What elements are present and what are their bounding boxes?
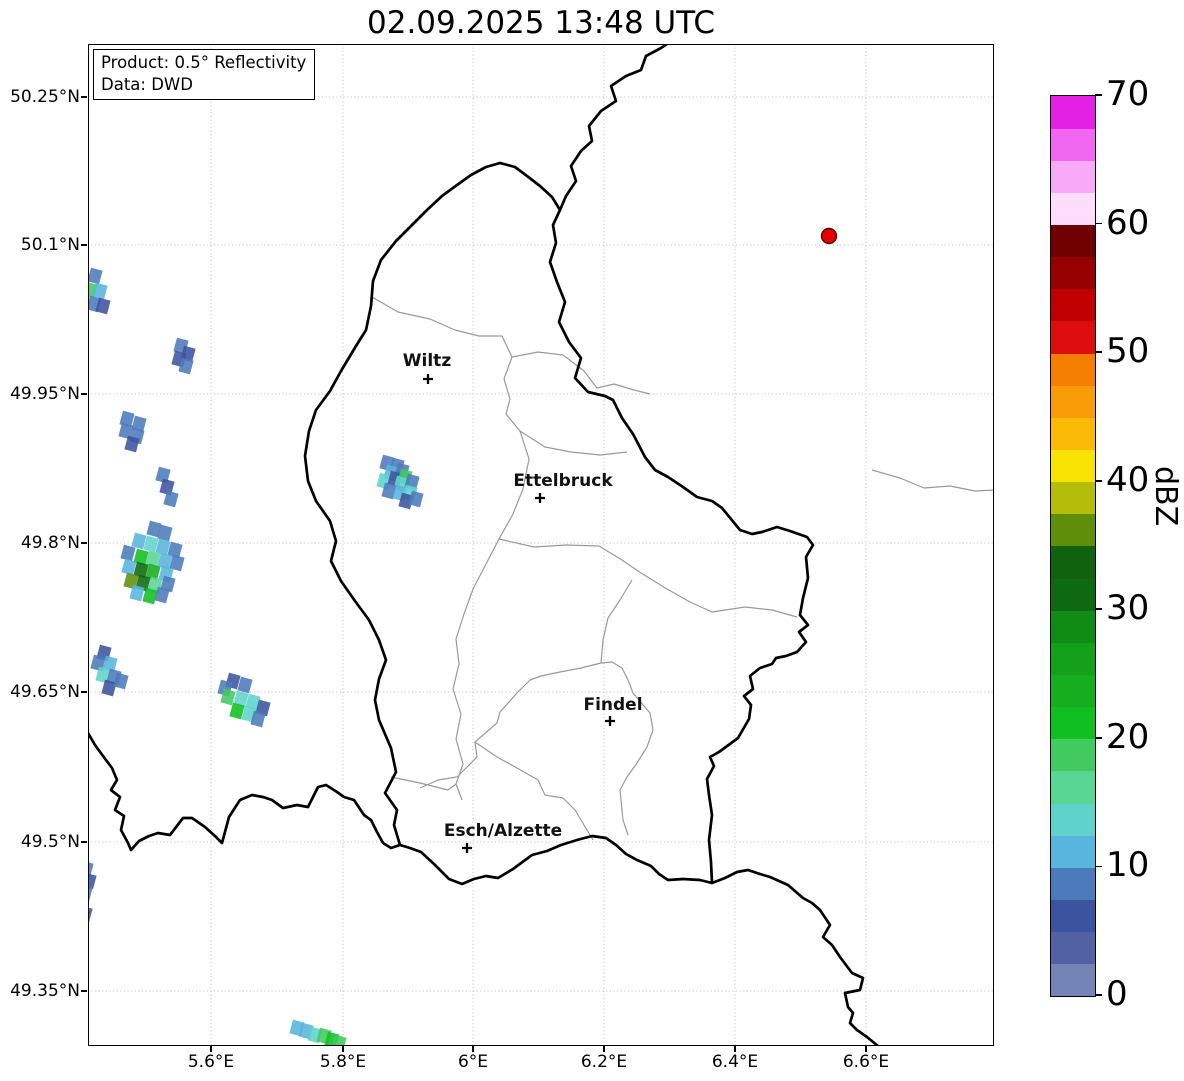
x-tick-mark	[472, 1046, 474, 1052]
colorbar-segment	[1051, 706, 1095, 740]
colorbar-segment	[1051, 578, 1095, 611]
colorbar-segment	[1051, 96, 1095, 129]
colorbar-segment	[1051, 513, 1095, 547]
colorbar-segment	[1051, 160, 1095, 193]
colorbar-tick-label: 50	[1106, 331, 1150, 372]
colorbar-tick-label: 0	[1106, 974, 1128, 1014]
colorbar-segment	[1051, 353, 1095, 386]
colorbar-segment	[1051, 546, 1095, 579]
colorbar-segment	[1051, 931, 1095, 965]
colorbar-segment	[1051, 867, 1095, 901]
city-label-ettelbruck: Ettelbruck	[513, 471, 613, 491]
x-tick-label: 6°E	[457, 1052, 489, 1072]
colorbar-segment	[1051, 449, 1095, 483]
colorbar-segment	[1051, 674, 1095, 708]
x-tick-label: 5.6°E	[187, 1052, 235, 1072]
y-tick-label: 50.25°N	[10, 87, 80, 107]
colorbar	[1050, 95, 1096, 997]
x-tick-mark	[603, 1046, 605, 1052]
colorbar-segment	[1051, 192, 1095, 226]
colorbar-segment	[1051, 835, 1095, 868]
colorbar-segment	[1051, 256, 1095, 290]
colorbar-tick-mark	[1095, 994, 1102, 996]
colorbar-tick-label: 20	[1106, 716, 1150, 757]
product-info-box: Product: 0.5° Reflectivity Data: DWD	[93, 49, 316, 101]
x-tick-label: 6.2°E	[580, 1052, 628, 1072]
x-tick-mark	[734, 1046, 736, 1052]
colorbar-tick-mark	[1095, 865, 1102, 868]
y-tick-mark	[81, 393, 87, 395]
radar-figure: 02.09.2025 13:48 UTC Product: 0.5° Refle…	[0, 0, 1184, 1081]
product-line: Product: 0.5° Reflectivity	[101, 53, 307, 72]
colorbar-segment	[1051, 899, 1095, 933]
colorbar-segment	[1051, 321, 1095, 354]
x-tick-mark	[865, 1046, 867, 1052]
city-label-findel: Findel	[583, 695, 643, 715]
colorbar-tick-label: 70	[1106, 74, 1150, 114]
colorbar-segment	[1051, 963, 1095, 997]
colorbar-segment	[1051, 642, 1095, 676]
x-tick-mark	[342, 1046, 344, 1052]
x-tick-mark	[210, 1046, 212, 1052]
colorbar-tick-mark	[1095, 94, 1102, 96]
y-tick-mark	[81, 691, 87, 693]
colorbar-tick-label: 60	[1106, 202, 1150, 243]
y-tick-label: 49.65°N	[10, 682, 80, 702]
colorbar-segment	[1051, 771, 1095, 804]
y-tick-label: 49.95°N	[10, 384, 80, 404]
colorbar-segment	[1051, 128, 1095, 161]
y-tick-label: 49.8°N	[20, 533, 80, 553]
colorbar-unit-label: dBZ	[1148, 466, 1183, 527]
y-tick-label: 50.1°N	[20, 235, 80, 255]
colorbar-tick-mark	[1095, 222, 1102, 225]
colorbar-tick-label: 30	[1106, 588, 1150, 629]
colorbar-tick-label: 40	[1106, 459, 1150, 500]
colorbar-tick-mark	[1095, 351, 1102, 354]
city-label-wiltz: Wiltz	[402, 351, 452, 371]
y-tick-label: 49.5°N	[20, 832, 80, 852]
colorbar-segment	[1051, 803, 1095, 836]
colorbar-segment	[1051, 224, 1095, 258]
x-tick-label: 6.4°E	[711, 1052, 759, 1072]
y-tick-mark	[81, 244, 87, 246]
x-tick-label: 6.6°E	[842, 1052, 890, 1072]
y-tick-mark	[81, 542, 87, 544]
city-label-esch-alzette: Esch/Alzette	[443, 821, 563, 841]
colorbar-segment	[1051, 385, 1095, 418]
data-source-line: Data: DWD	[101, 75, 193, 95]
y-tick-label: 49.35°N	[10, 981, 80, 1001]
colorbar-segment	[1051, 481, 1095, 515]
colorbar-tick-mark	[1095, 736, 1102, 739]
figure-title: 02.09.2025 13:48 UTC	[367, 5, 715, 41]
x-tick-label: 5.8°E	[319, 1052, 367, 1072]
y-tick-mark	[81, 990, 87, 992]
colorbar-segment	[1051, 738, 1095, 772]
colorbar-segment	[1051, 417, 1095, 451]
colorbar-tick-mark	[1095, 479, 1102, 482]
colorbar-tick-label: 10	[1106, 845, 1150, 886]
colorbar-segment	[1051, 288, 1095, 322]
y-tick-mark	[81, 96, 87, 98]
colorbar-segment	[1051, 610, 1095, 643]
colorbar-tick-mark	[1095, 608, 1102, 611]
y-tick-mark	[81, 841, 87, 843]
plot-frame	[88, 44, 994, 1046]
